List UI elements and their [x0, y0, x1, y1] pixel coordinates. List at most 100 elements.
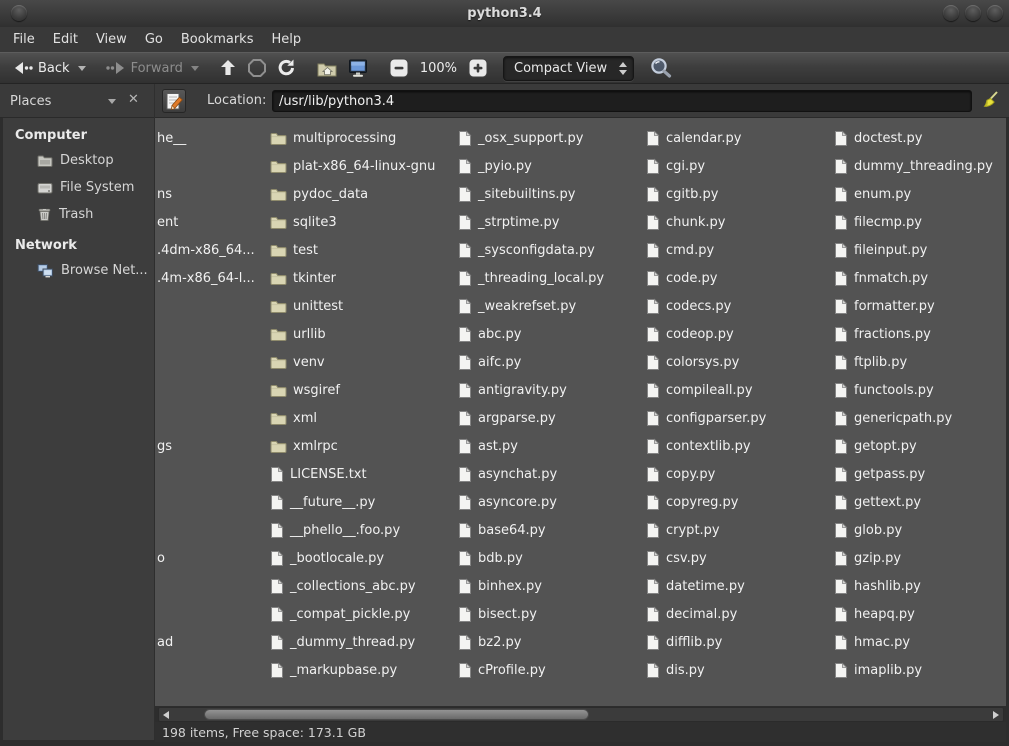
- file-item[interactable]: gettext.py: [834, 488, 921, 516]
- zoom-out-button[interactable]: [384, 55, 414, 81]
- folder-item[interactable]: urllib: [270, 320, 326, 348]
- folder-item[interactable]: multiprocessing: [270, 124, 396, 152]
- folder-item[interactable]: venv: [270, 348, 325, 376]
- menu-go[interactable]: Go: [136, 29, 172, 50]
- stop-button[interactable]: [242, 55, 272, 81]
- folder-item[interactable]: plat-x86_64-linux-gnu: [270, 152, 435, 180]
- file-item[interactable]: _pyio.py: [458, 152, 532, 180]
- file-item[interactable]: csv.py: [646, 544, 707, 572]
- file-item[interactable]: colorsys.py: [646, 348, 739, 376]
- menu-help[interactable]: Help: [262, 29, 310, 50]
- sidebar-item-desktop[interactable]: Desktop: [3, 147, 154, 174]
- file-item[interactable]: ast.py: [458, 432, 518, 460]
- file-item-clipped[interactable]: ns: [157, 180, 172, 208]
- file-item[interactable]: gzip.py: [834, 544, 901, 572]
- file-item[interactable]: getpass.py: [834, 460, 925, 488]
- file-item[interactable]: cgi.py: [646, 152, 705, 180]
- file-item[interactable]: fnmatch.py: [834, 264, 928, 292]
- file-item[interactable]: argparse.py: [458, 404, 556, 432]
- menu-bookmarks[interactable]: Bookmarks: [172, 29, 263, 50]
- file-item[interactable]: cProfile.py: [458, 656, 546, 684]
- file-item[interactable]: datetime.py: [646, 572, 745, 600]
- file-item-clipped[interactable]: .4dm-x86_64...: [157, 236, 255, 264]
- file-item[interactable]: decimal.py: [646, 600, 737, 628]
- folder-item[interactable]: test: [270, 236, 318, 264]
- maximize-button[interactable]: [965, 5, 981, 21]
- menu-file[interactable]: File: [4, 29, 44, 50]
- file-item[interactable]: chunk.py: [646, 208, 725, 236]
- folder-item[interactable]: unittest: [270, 292, 343, 320]
- file-item[interactable]: ftplib.py: [834, 348, 907, 376]
- search-button[interactable]: [644, 54, 678, 82]
- file-item[interactable]: _weakrefset.py: [458, 292, 576, 320]
- places-close-icon[interactable]: ✕: [128, 92, 139, 107]
- edit-path-button[interactable]: [162, 89, 186, 113]
- file-item[interactable]: bisect.py: [458, 600, 537, 628]
- back-history-caret-icon[interactable]: [78, 66, 86, 71]
- folder-item[interactable]: tkinter: [270, 264, 336, 292]
- reload-button[interactable]: [272, 55, 302, 81]
- file-item[interactable]: _markupbase.py: [270, 656, 397, 684]
- file-item-clipped[interactable]: ad: [157, 628, 173, 656]
- scroll-left-arrow-icon[interactable]: [163, 711, 169, 719]
- scroll-right-arrow-icon[interactable]: [993, 711, 999, 719]
- folder-item[interactable]: xml: [270, 404, 317, 432]
- file-item[interactable]: enum.py: [834, 180, 911, 208]
- file-item[interactable]: hashlib.py: [834, 572, 921, 600]
- file-item-clipped[interactable]: o: [157, 544, 165, 572]
- file-item[interactable]: LICENSE.txt: [270, 460, 367, 488]
- file-item[interactable]: _sitebuiltins.py: [458, 180, 576, 208]
- scrollbar-thumb[interactable]: [204, 709, 589, 720]
- file-item[interactable]: cgitb.py: [646, 180, 718, 208]
- folder-item[interactable]: sqlite3: [270, 208, 337, 236]
- file-item[interactable]: dummy_threading.py: [834, 152, 993, 180]
- file-item[interactable]: imaplib.py: [834, 656, 922, 684]
- file-item[interactable]: heapq.py: [834, 600, 915, 628]
- file-item[interactable]: formatter.py: [834, 292, 935, 320]
- file-item[interactable]: _bootlocale.py: [270, 544, 384, 572]
- file-item[interactable]: compileall.py: [646, 376, 753, 404]
- file-item[interactable]: binhex.py: [458, 572, 542, 600]
- places-pane-header[interactable]: Places ✕: [0, 84, 155, 118]
- file-item-clipped[interactable]: he__: [157, 124, 186, 152]
- file-item[interactable]: configparser.py: [646, 404, 766, 432]
- file-item[interactable]: asyncore.py: [458, 488, 557, 516]
- horizontal-scrollbar[interactable]: [158, 707, 1004, 722]
- file-item[interactable]: bdb.py: [458, 544, 523, 572]
- file-item[interactable]: cmd.py: [646, 236, 714, 264]
- zoom-in-button[interactable]: [463, 55, 493, 81]
- file-item[interactable]: _sysconfigdata.py: [458, 236, 595, 264]
- file-item[interactable]: getopt.py: [834, 432, 917, 460]
- sidebar-item-trash[interactable]: Trash: [3, 201, 154, 228]
- file-item[interactable]: glob.py: [834, 516, 902, 544]
- file-item[interactable]: codeop.py: [646, 320, 734, 348]
- file-item-clipped[interactable]: .4m-x86_64-l...: [157, 264, 255, 292]
- sidebar-item-file-system[interactable]: File System: [3, 174, 154, 201]
- file-item[interactable]: asynchat.py: [458, 460, 557, 488]
- folder-item[interactable]: pydoc_data: [270, 180, 368, 208]
- close-button[interactable]: [987, 5, 1003, 21]
- file-item[interactable]: calendar.py: [646, 124, 741, 152]
- places-caret-icon[interactable]: [108, 99, 116, 104]
- file-item[interactable]: genericpath.py: [834, 404, 952, 432]
- file-item[interactable]: difflib.py: [646, 628, 722, 656]
- file-item-clipped[interactable]: ent: [157, 208, 178, 236]
- location-input[interactable]: [272, 90, 972, 112]
- file-item[interactable]: copy.py: [646, 460, 715, 488]
- file-item[interactable]: contextlib.py: [646, 432, 751, 460]
- file-item[interactable]: fileinput.py: [834, 236, 927, 264]
- back-button[interactable]: Back: [8, 57, 91, 79]
- file-item[interactable]: _dummy_thread.py: [270, 628, 415, 656]
- file-item[interactable]: dis.py: [646, 656, 705, 684]
- forward-button[interactable]: Forward: [101, 57, 204, 79]
- home-button[interactable]: [312, 57, 342, 80]
- file-item[interactable]: hmac.py: [834, 628, 910, 656]
- menu-edit[interactable]: Edit: [44, 29, 87, 50]
- file-item[interactable]: bz2.py: [458, 628, 521, 656]
- menu-view[interactable]: View: [87, 29, 136, 50]
- desktop-button[interactable]: [342, 56, 374, 81]
- file-item-clipped[interactable]: gs: [157, 432, 172, 460]
- file-item[interactable]: _strptime.py: [458, 208, 559, 236]
- file-item[interactable]: base64.py: [458, 516, 546, 544]
- folder-item[interactable]: xmlrpc: [270, 432, 338, 460]
